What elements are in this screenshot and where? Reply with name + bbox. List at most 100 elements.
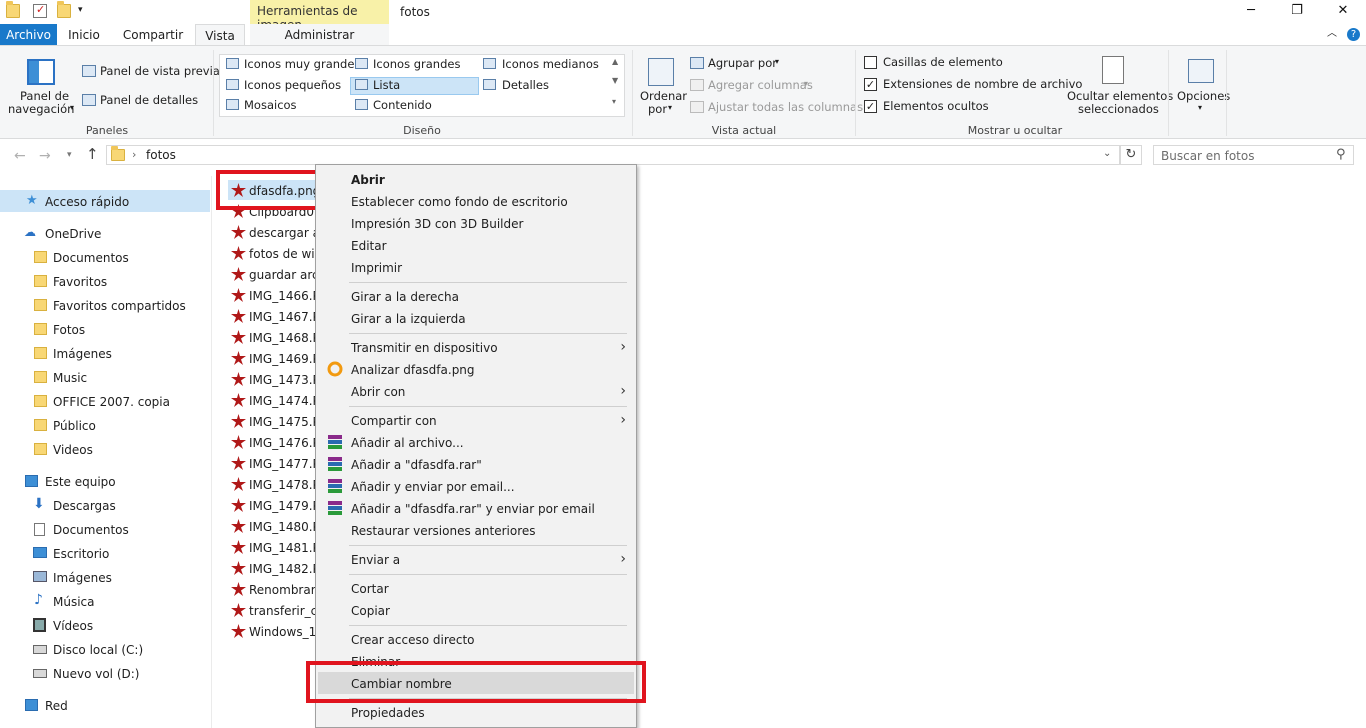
forward-arrow-icon[interactable]: → bbox=[39, 149, 51, 163]
layout-large-icons[interactable]: Iconos grandes bbox=[373, 58, 460, 71]
up-arrow-icon[interactable]: ↑ bbox=[86, 147, 99, 162]
chevron-down-icon[interactable]: ▾ bbox=[668, 104, 672, 112]
nav-imagenes[interactable]: Imágenes bbox=[0, 566, 210, 588]
nav-onedrive-favoritos[interactable]: Favoritos bbox=[0, 270, 210, 292]
nav-network[interactable]: Red bbox=[0, 694, 210, 716]
hide-selected-label-2[interactable]: seleccionados bbox=[1078, 103, 1159, 116]
menu-item-cut[interactable]: Cortar bbox=[318, 577, 634, 599]
layout-content[interactable]: Contenido bbox=[373, 99, 432, 112]
menu-item-set-wallpaper[interactable]: Establecer como fondo de escritorio bbox=[318, 190, 634, 212]
options-button[interactable]: Opciones bbox=[1177, 90, 1230, 103]
preview-pane-button[interactable]: Panel de vista previa bbox=[100, 65, 220, 78]
close-button[interactable]: ✕ bbox=[1320, 0, 1366, 24]
menu-item-print[interactable]: Imprimir bbox=[318, 256, 634, 278]
hide-selected-label[interactable]: Ocultar elementos bbox=[1067, 90, 1173, 103]
nav-escritorio[interactable]: Escritorio bbox=[0, 542, 210, 564]
menu-item-send-to[interactable]: Enviar a › bbox=[318, 548, 634, 570]
address-dropdown-icon[interactable]: ⌄ bbox=[1103, 149, 1111, 159]
nav-onedrive-videos[interactable]: Videos bbox=[0, 438, 210, 460]
file-item[interactable]: fotos de win bbox=[228, 243, 318, 263]
breadcrumb-chevron-icon[interactable]: › bbox=[132, 149, 136, 160]
nav-descargas[interactable]: ⬇ Descargas bbox=[0, 494, 210, 516]
nav-videos[interactable]: Vídeos bbox=[0, 614, 210, 636]
sort-by-label[interactable]: Ordenar bbox=[640, 90, 687, 103]
search-input[interactable]: Buscar en fotos ⚲ bbox=[1153, 145, 1354, 165]
file-item[interactable]: descargar arc bbox=[228, 222, 318, 242]
gallery-more-icon[interactable]: ▾ bbox=[612, 98, 616, 106]
file-item[interactable]: IMG_1475.PN bbox=[228, 411, 318, 431]
file-item[interactable]: IMG_1466.PN bbox=[228, 285, 318, 305]
nav-onedrive-music[interactable]: Music bbox=[0, 366, 210, 388]
layout-tiles[interactable]: Mosaicos bbox=[244, 99, 297, 112]
back-arrow-icon[interactable]: ← bbox=[14, 149, 26, 163]
file-item[interactable]: Renombrar_ bbox=[228, 579, 318, 599]
nav-musica[interactable]: ♪ Música bbox=[0, 590, 210, 612]
nav-this-pc[interactable]: Este equipo bbox=[0, 470, 210, 492]
help-icon[interactable]: ? bbox=[1347, 28, 1360, 41]
chevron-down-icon[interactable]: ▾ bbox=[775, 58, 779, 66]
group-by-button[interactable]: Agrupar por bbox=[708, 57, 777, 70]
address-input[interactable]: › fotos ⌄ bbox=[106, 145, 1120, 165]
menu-item-cast[interactable]: Transmitir en dispositivo › bbox=[318, 336, 634, 358]
menu-item-print-3d[interactable]: Impresión 3D con 3D Builder bbox=[318, 212, 634, 234]
layout-small-icons[interactable]: Iconos pequeños bbox=[244, 79, 341, 92]
navigation-pane-label-2[interactable]: navegación bbox=[8, 103, 74, 116]
recent-locations-icon[interactable]: ▾ bbox=[67, 151, 72, 160]
nav-onedrive[interactable]: ☁ OneDrive bbox=[0, 222, 210, 244]
chevron-down-icon[interactable]: ▾ bbox=[1198, 104, 1202, 112]
file-item[interactable]: IMG_1468.PN bbox=[228, 327, 318, 347]
maximize-button[interactable]: ❐ bbox=[1274, 0, 1320, 24]
hide-selected-icon[interactable] bbox=[1102, 56, 1124, 84]
file-item[interactable]: IMG_1482.PN bbox=[228, 558, 318, 578]
tab-vista[interactable]: Vista bbox=[195, 24, 245, 46]
collapse-ribbon-icon[interactable]: ︿ bbox=[1327, 29, 1337, 39]
menu-item-create-shortcut[interactable]: Crear acceso directo bbox=[318, 628, 634, 650]
menu-item-add-email[interactable]: Añadir y enviar por email... bbox=[318, 475, 634, 497]
gallery-down-icon[interactable]: ▼ bbox=[612, 77, 618, 85]
tab-administrar[interactable]: Administrar bbox=[250, 24, 389, 46]
gallery-up-icon[interactable]: ▲ bbox=[612, 58, 618, 66]
search-icon[interactable]: ⚲ bbox=[1336, 148, 1346, 161]
tab-compartir[interactable]: Compartir bbox=[116, 24, 190, 46]
file-item[interactable]: IMG_1481.PN bbox=[228, 537, 318, 557]
file-item[interactable]: IMG_1480.PN bbox=[228, 516, 318, 536]
menu-item-copy[interactable]: Copiar bbox=[318, 599, 634, 621]
file-item[interactable]: transferir_cu bbox=[228, 600, 318, 620]
refresh-icon[interactable]: ↻ bbox=[1120, 145, 1142, 165]
sort-by-label-2[interactable]: por bbox=[648, 103, 667, 116]
layout-extra-large-icons[interactable]: Iconos muy grandes bbox=[244, 58, 360, 71]
file-item[interactable]: IMG_1469.PN bbox=[228, 348, 318, 368]
hidden-items-checkbox[interactable]: ✓ bbox=[864, 100, 877, 113]
sort-by-icon[interactable] bbox=[648, 58, 674, 86]
properties-check-icon[interactable]: ✓ bbox=[33, 3, 47, 18]
navigation-pane-label[interactable]: Panel de bbox=[20, 90, 69, 103]
nav-onedrive-documentos[interactable]: Documentos bbox=[0, 246, 210, 268]
nav-quick-access[interactable]: ★ Acceso rápido bbox=[0, 190, 210, 212]
file-item[interactable]: IMG_1467.PN bbox=[228, 306, 318, 326]
nav-onedrive-favoritos-compartidos[interactable]: Favoritos compartidos bbox=[0, 294, 210, 316]
hidden-items-label[interactable]: Elementos ocultos bbox=[883, 100, 989, 113]
menu-item-add-archive[interactable]: Añadir al archivo... bbox=[318, 431, 634, 453]
options-icon[interactable] bbox=[1188, 59, 1214, 83]
nav-onedrive-office[interactable]: OFFICE 2007. copia bbox=[0, 390, 210, 412]
file-item[interactable]: IMG_1477.PN bbox=[228, 453, 318, 473]
layout-list[interactable]: Lista bbox=[373, 79, 400, 92]
file-item[interactable]: guardar arch bbox=[228, 264, 318, 284]
tab-archivo[interactable]: Archivo bbox=[0, 24, 57, 46]
file-item[interactable]: IMG_1476.PN bbox=[228, 432, 318, 452]
layout-medium-icons[interactable]: Iconos medianos bbox=[502, 58, 599, 71]
menu-item-share-with[interactable]: Compartir con › bbox=[318, 409, 634, 431]
file-extensions-checkbox[interactable]: ✓ bbox=[864, 78, 877, 91]
file-item[interactable]: IMG_1474.PN bbox=[228, 390, 318, 410]
navigation-pane-icon[interactable] bbox=[27, 59, 55, 85]
item-checkboxes-checkbox[interactable] bbox=[864, 56, 877, 69]
nav-disco-c[interactable]: Disco local (C:) bbox=[0, 638, 210, 660]
tab-inicio[interactable]: Inicio bbox=[60, 24, 108, 46]
new-folder-icon[interactable] bbox=[57, 1, 71, 18]
details-pane-button[interactable]: Panel de detalles bbox=[100, 94, 198, 107]
file-item[interactable]: IMG_1473.PN bbox=[228, 369, 318, 389]
minimize-button[interactable]: ─ bbox=[1228, 0, 1274, 24]
file-item[interactable]: IMG_1478.PN bbox=[228, 474, 318, 494]
nav-onedrive-fotos[interactable]: Fotos bbox=[0, 318, 210, 340]
nav-documentos[interactable]: Documentos bbox=[0, 518, 210, 540]
